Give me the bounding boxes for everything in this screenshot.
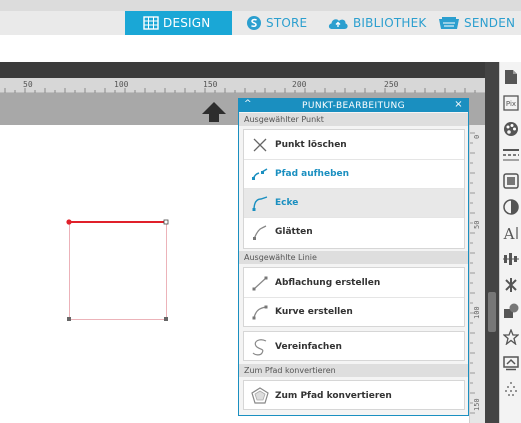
convert-to-path-button[interactable]: Zum Pfad konvertieren	[244, 381, 464, 410]
simplify-button[interactable]: Vereinfachen	[244, 332, 464, 361]
palette-icon[interactable]	[502, 120, 520, 138]
delete-point-label: Punkt löschen	[275, 139, 347, 150]
make-curve-label: Kurve erstellen	[275, 307, 353, 317]
trace-icon[interactable]	[502, 354, 520, 372]
image-effects-icon[interactable]	[502, 172, 520, 190]
corner-icon	[249, 192, 271, 214]
smooth-label: Glätten	[275, 227, 313, 237]
line-style-icon[interactable]	[502, 146, 520, 164]
tab-send[interactable]: SENDEN	[438, 11, 521, 35]
make-straight-button[interactable]: Abflachung erstellen	[244, 268, 464, 297]
break-path-label: Pfad aufheben	[275, 169, 350, 179]
tab-library[interactable]: BIBLIOTHEK	[327, 11, 427, 35]
dots-icon[interactable]	[502, 380, 520, 398]
store-icon	[247, 16, 261, 30]
cutter-icon	[439, 17, 459, 29]
make-curve-button[interactable]: Kurve erstellen	[244, 297, 464, 326]
point-actions: Punkt löschen Pfad aufheben Ecke Glätten	[243, 129, 465, 249]
collapse-icon[interactable]: ^	[244, 99, 252, 109]
ruler-label: 250	[384, 80, 399, 89]
svg-text:A: A	[503, 225, 515, 241]
ruler-label: 200	[292, 80, 307, 89]
text-icon[interactable]: A	[502, 224, 520, 242]
line-actions: Abflachung erstellen Kurve erstellen	[243, 267, 465, 327]
page-icon[interactable]	[502, 68, 520, 86]
cloud-icon	[328, 19, 348, 29]
scrollbar-thumb[interactable]	[488, 292, 496, 332]
close-icon[interactable]: ×	[454, 99, 463, 110]
fill-icon[interactable]	[502, 198, 520, 216]
break-path-button[interactable]: Pfad aufheben	[244, 159, 464, 188]
vruler-label: 150	[473, 398, 481, 411]
modify-icon[interactable]	[502, 302, 520, 320]
panel-header[interactable]: ^ PUNKT-BEARBEITUNG ×	[239, 99, 468, 112]
tool-panel: Pix A	[499, 62, 521, 423]
simplify-icon	[249, 336, 271, 358]
smooth-icon	[249, 221, 271, 243]
vruler-label: 0	[473, 134, 481, 139]
break-path-icon	[249, 163, 271, 185]
align-icon[interactable]	[502, 250, 520, 268]
tab-store-label: STORE	[266, 16, 308, 30]
simplify-label: Vereinfachen	[275, 341, 342, 352]
app-window: DESIGN STORE BIBLIOTHEK SENDEN 50 100 15…	[0, 0, 521, 423]
vertical-ruler[interactable]: 0 50 100 150	[469, 125, 485, 423]
vruler-ticks	[470, 132, 475, 414]
vruler-label: 100	[473, 306, 481, 319]
convert-group: Zum Pfad konvertieren	[243, 380, 465, 410]
point-edit-panel: ^ PUNKT-BEARBEITUNG × Ausgewählter Punkt…	[238, 98, 469, 416]
make-straight-label: Abflachung erstellen	[275, 277, 381, 288]
make-straight-icon	[249, 272, 271, 294]
offset-icon[interactable]	[502, 328, 520, 346]
smooth-button[interactable]: Glätten	[244, 217, 464, 246]
delete-point-icon	[249, 134, 271, 156]
delete-point-button[interactable]: Punkt löschen	[244, 130, 464, 159]
section-title-point: Ausgewählter Punkt	[239, 113, 468, 126]
convert-to-path-label: Zum Pfad konvertieren	[275, 390, 392, 401]
edited-shape[interactable]	[0, 0, 240, 330]
pixscan-icon[interactable]: Pix	[502, 94, 520, 112]
tab-store[interactable]: STORE	[246, 11, 316, 35]
make-curve-icon	[249, 301, 271, 323]
corner-label: Ecke	[275, 198, 299, 208]
replicate-icon[interactable]	[502, 276, 520, 294]
svg-text:Pix: Pix	[506, 100, 516, 108]
anchor-point[interactable]	[164, 317, 168, 321]
anchor-point[interactable]	[163, 219, 169, 225]
panel-title: PUNKT-BEARBEITUNG	[302, 100, 405, 111]
vruler-label: 50	[473, 220, 481, 229]
convert-to-path-icon	[249, 385, 271, 407]
selected-point[interactable]	[66, 219, 72, 225]
tab-send-label: SENDEN	[464, 16, 516, 30]
simplify-group: Vereinfachen	[243, 331, 465, 361]
section-title-line: Ausgewählte Linie	[239, 251, 468, 264]
section-title-convert: Zum Pfad konvertieren	[239, 364, 468, 377]
corner-button[interactable]: Ecke	[244, 188, 464, 217]
scroll-column	[485, 62, 499, 423]
anchor-point[interactable]	[67, 317, 71, 321]
tab-library-label: BIBLIOTHEK	[353, 16, 427, 30]
shape-outline	[69, 222, 167, 320]
